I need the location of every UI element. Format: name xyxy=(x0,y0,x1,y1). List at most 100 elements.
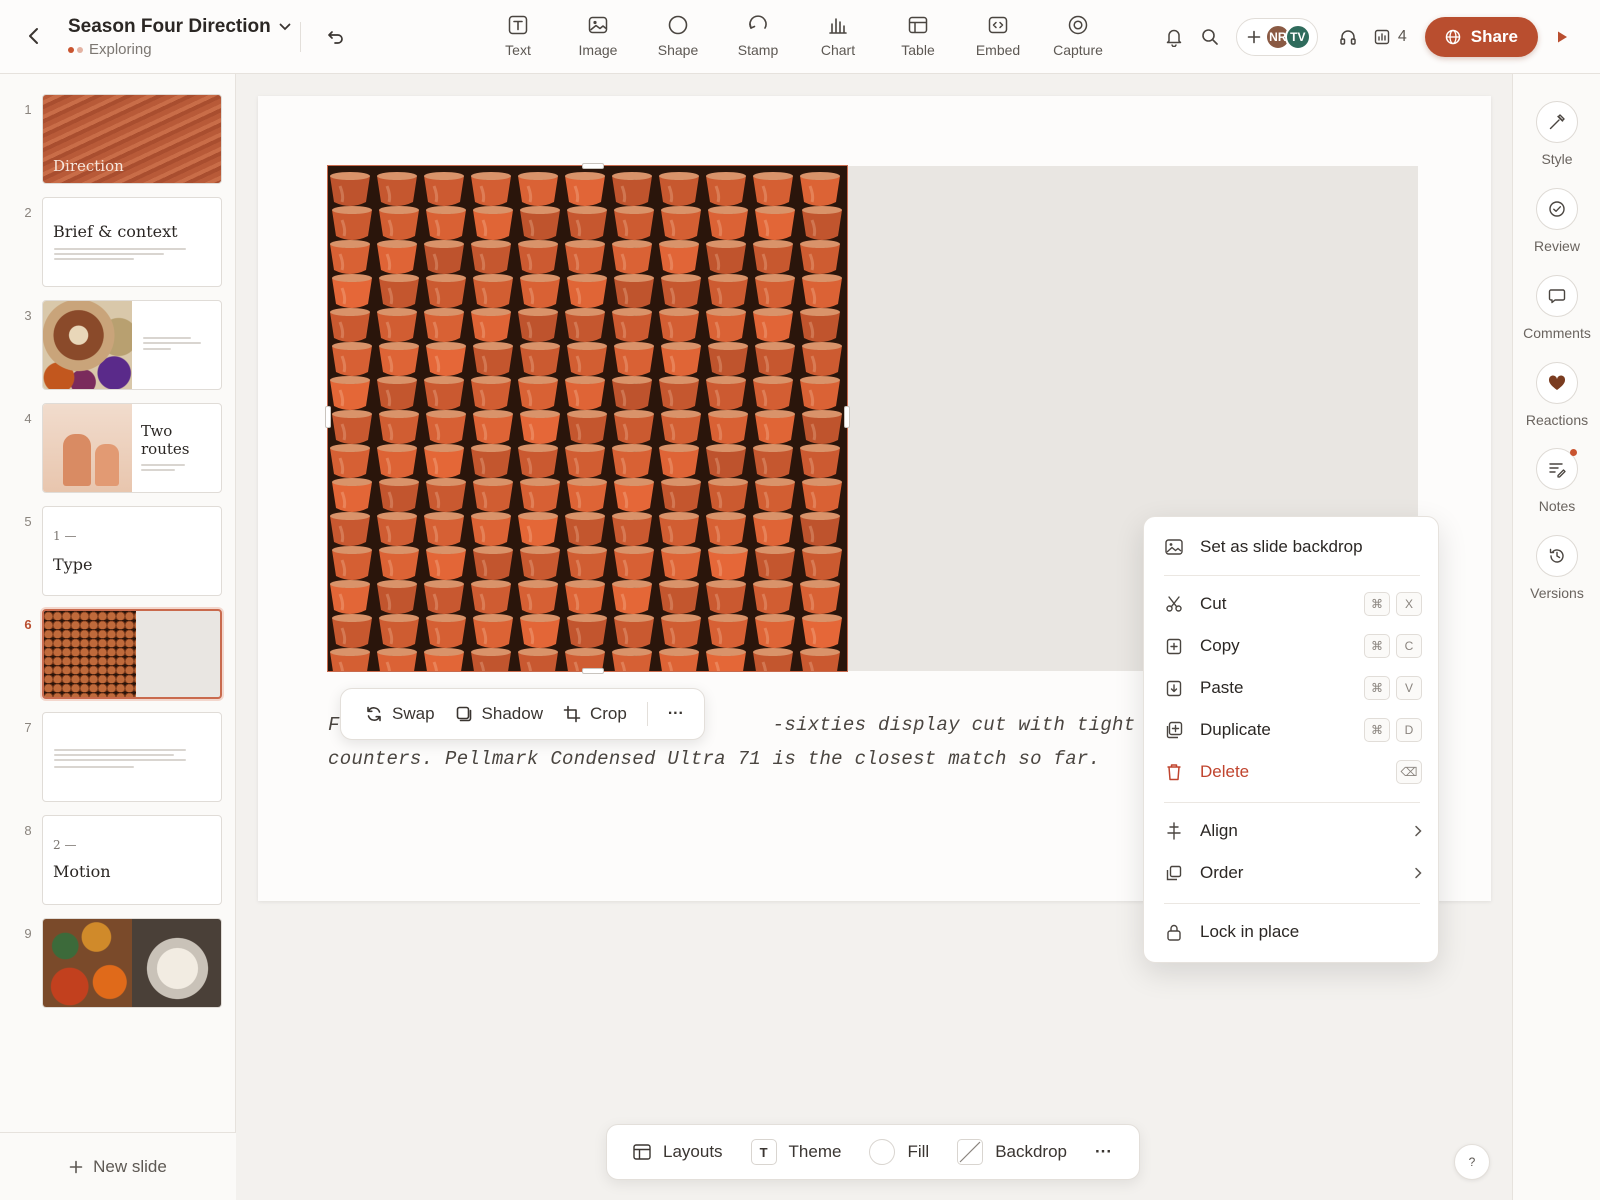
menu-item-order[interactable]: Order xyxy=(1144,853,1440,893)
menu-item-label: Duplicate xyxy=(1200,720,1271,739)
insert-stamp-button[interactable]: Stamp xyxy=(718,14,798,58)
slide-panel: 1 Direction 2 Brief & context 3 4 Two ro… xyxy=(0,74,236,1200)
image-icon xyxy=(588,16,608,34)
play-icon xyxy=(1558,31,1567,43)
menu-item-copy[interactable]: Copy ⌘ C xyxy=(1144,626,1440,666)
present-button[interactable] xyxy=(1544,18,1580,56)
resize-handle[interactable] xyxy=(582,668,604,674)
slide-thumbnail-row: 1 Direction xyxy=(0,94,236,184)
resize-handle[interactable] xyxy=(325,406,331,428)
menu-item-cut[interactable]: Cut ⌘ X xyxy=(1144,584,1440,624)
menu-item-duplicate[interactable]: Duplicate ⌘ D xyxy=(1144,710,1440,750)
thumbnail-photo xyxy=(43,404,132,492)
more-options-button[interactable]: ··· xyxy=(662,705,690,723)
document-title-button[interactable]: Season Four Direction xyxy=(68,16,291,38)
rail-label: Comments xyxy=(1523,325,1591,341)
rail-comments-button[interactable]: Comments xyxy=(1513,275,1600,341)
shadow-button[interactable]: Shadow xyxy=(455,704,557,724)
resize-handle[interactable] xyxy=(844,406,850,428)
layouts-button[interactable]: Layouts xyxy=(633,1142,723,1162)
menu-item-lock[interactable]: Lock in place xyxy=(1144,912,1440,952)
slide-thumbnail[interactable]: 2 — Motion xyxy=(42,815,222,905)
insert-chart-button[interactable]: Chart xyxy=(798,14,878,58)
swap-button[interactable]: Swap xyxy=(365,704,449,724)
share-button[interactable]: Share xyxy=(1424,17,1538,57)
insert-tool-label: Text xyxy=(505,42,531,58)
layers-icon xyxy=(1166,865,1182,881)
fill-button[interactable]: Fill xyxy=(869,1139,929,1165)
insert-tool-label: Image xyxy=(578,42,618,58)
rail-versions-button[interactable]: Versions xyxy=(1513,535,1600,601)
chevron-right-icon xyxy=(1415,825,1422,837)
slide-thumbnail[interactable]: Two routes xyxy=(42,403,222,493)
menu-item-align[interactable]: Align xyxy=(1144,811,1440,851)
text-line xyxy=(141,464,185,466)
plus-icon xyxy=(69,1160,83,1173)
slide-thumbnail[interactable]: Brief & context xyxy=(42,197,222,287)
backdrop-button[interactable]: Backdrop xyxy=(957,1139,1067,1165)
views-count-button[interactable]: 4 xyxy=(1374,28,1407,46)
image-icon xyxy=(1165,539,1183,555)
header-actions: NR TV 4 Share xyxy=(1156,17,1580,57)
document-status[interactable]: Exploring xyxy=(68,41,152,58)
share-label: Share xyxy=(1470,27,1518,46)
theme-button[interactable]: T Theme xyxy=(750,1139,842,1165)
slide-number: 6 xyxy=(24,617,32,632)
resize-handle[interactable] xyxy=(582,163,604,169)
collaborators[interactable]: NR TV xyxy=(1235,18,1318,56)
search-button[interactable] xyxy=(1192,18,1228,56)
undo-button[interactable] xyxy=(324,25,348,49)
rail-style-button[interactable]: Style xyxy=(1513,101,1600,167)
layouts-label: Layouts xyxy=(663,1142,723,1161)
slide-kicker: 1 — xyxy=(53,529,77,543)
slide-thumbnail[interactable] xyxy=(42,918,222,1008)
top-bar: Season Four Direction Exploring Text Ima… xyxy=(0,0,1600,74)
undo-icon xyxy=(328,31,343,44)
slide-thumbnail-row: 7 xyxy=(0,712,236,802)
rail-review-button[interactable]: Review xyxy=(1513,188,1600,254)
rail-reactions-button[interactable]: Reactions xyxy=(1513,362,1600,428)
more-options-button[interactable]: ··· xyxy=(1095,1142,1112,1162)
avatar[interactable]: TV xyxy=(1284,24,1311,50)
text-line xyxy=(54,754,174,756)
text-line xyxy=(54,759,186,761)
slide-thumbnail[interactable]: Direction xyxy=(42,94,222,184)
slide-thumbnail[interactable] xyxy=(42,300,222,390)
back-button[interactable] xyxy=(22,24,46,48)
rail-notes-button[interactable]: Notes xyxy=(1513,448,1600,514)
menu-item-delete[interactable]: Delete ⌫ xyxy=(1144,752,1440,792)
new-slide-button[interactable]: New slide xyxy=(0,1132,236,1200)
bell-icon xyxy=(1166,29,1182,47)
menu-item-paste[interactable]: Paste ⌘ V xyxy=(1144,668,1440,708)
shortcut-key: C xyxy=(1396,634,1422,658)
slide-thumbnail-active[interactable] xyxy=(42,609,222,699)
shortcut-key: ⌘ xyxy=(1364,634,1390,658)
slide-thumbnail[interactable] xyxy=(42,712,222,802)
slide-number: 2 xyxy=(24,205,32,220)
slide-thumbnail[interactable]: 1 — Type xyxy=(42,506,222,596)
insert-shape-button[interactable]: Shape xyxy=(638,14,718,58)
insert-text-button[interactable]: Text xyxy=(478,14,558,58)
audio-button[interactable] xyxy=(1330,18,1366,56)
selected-image[interactable] xyxy=(327,165,848,672)
slide-title: Two routes xyxy=(141,422,190,458)
help-button[interactable]: ? xyxy=(1454,1144,1490,1180)
swap-icon xyxy=(367,706,381,722)
text-line xyxy=(141,469,175,471)
fill-swatch-icon xyxy=(869,1139,896,1165)
menu-item-set-backdrop[interactable]: Set as slide backdrop xyxy=(1144,527,1440,567)
insert-image-button[interactable]: Image xyxy=(558,14,638,58)
theme-icon: T xyxy=(750,1139,777,1165)
slide-title: Direction xyxy=(53,157,124,175)
text-icon xyxy=(508,15,528,35)
rail-label: Reactions xyxy=(1525,412,1589,428)
theme-label: Theme xyxy=(788,1142,842,1161)
shortcut-key: X xyxy=(1396,592,1422,616)
insert-embed-button[interactable]: Embed xyxy=(958,14,1038,58)
copy-icon xyxy=(1166,638,1182,655)
insert-table-button[interactable]: Table xyxy=(878,14,958,58)
insert-tool-label: Stamp xyxy=(737,42,779,58)
insert-capture-button[interactable]: Capture xyxy=(1038,14,1118,58)
notifications-button[interactable] xyxy=(1156,18,1192,56)
crop-button[interactable]: Crop xyxy=(563,704,641,724)
